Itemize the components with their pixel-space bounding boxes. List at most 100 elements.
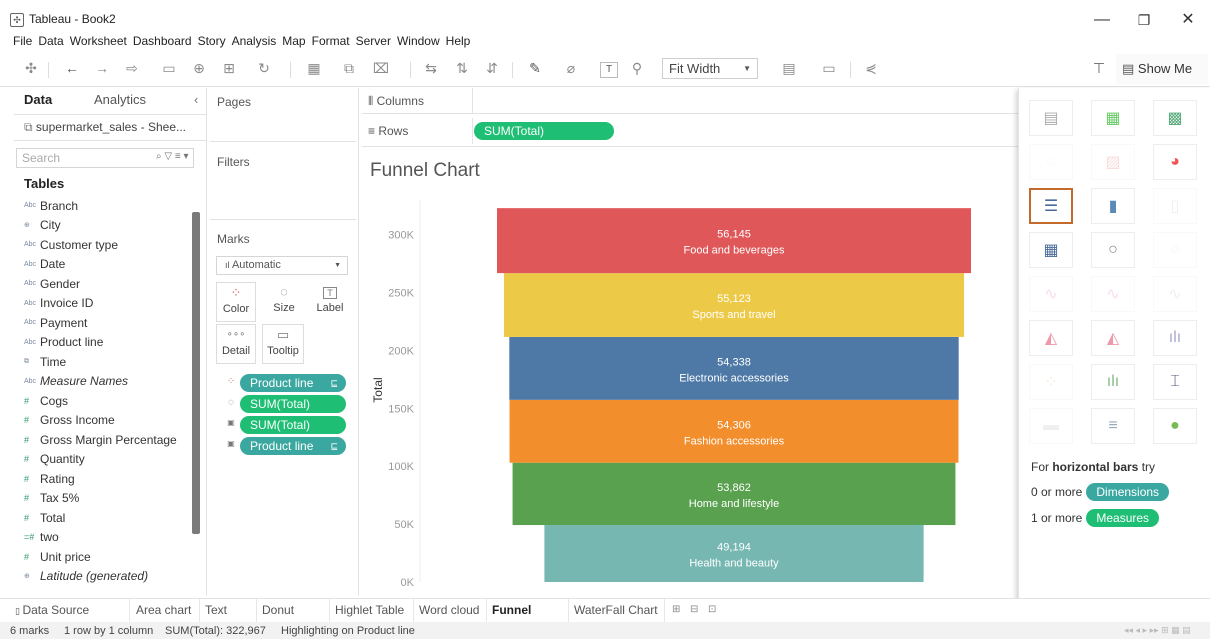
filled-map-icon[interactable]: ▨ [1091, 144, 1135, 180]
refresh-icon[interactable]: ↻ [255, 60, 273, 77]
area-discrete-icon[interactable]: ◭ [1091, 320, 1135, 356]
field-payment[interactable]: Abc Payment [24, 313, 194, 333]
field-cogs[interactable]: # Cogs [24, 391, 194, 411]
treemap-icon[interactable]: ▦ [1029, 232, 1073, 268]
new-worksheet-tab-icon[interactable]: ⊞ [667, 599, 685, 623]
field-total[interactable]: # Total [24, 508, 194, 528]
field-product-line[interactable]: Abc Product line [24, 333, 194, 353]
share-icon[interactable]: ⋞ [862, 60, 880, 77]
lines-discrete-icon[interactable]: ∿ [1029, 276, 1073, 312]
columns-shelf[interactable]: ⦀ Columns [362, 88, 1018, 114]
text-table-icon[interactable]: ▤ [1029, 100, 1073, 136]
tab-word-cloud[interactable]: Word cloud [414, 599, 487, 623]
data-pane-scrollbar[interactable] [192, 212, 200, 534]
new-worksheet-icon[interactable]: ⊞ [220, 60, 238, 77]
dual-lines-icon[interactable]: ∿ [1153, 276, 1197, 312]
tableau-logo-icon[interactable]: ✣ [22, 60, 40, 77]
tab-text-chart[interactable]: Text chart [200, 599, 257, 639]
rows-shelf[interactable]: ≡ Rows [362, 118, 1018, 144]
rows-pill-sum-total[interactable]: SUM(Total) [474, 122, 614, 140]
menu-format[interactable]: Format [309, 32, 353, 50]
color-button[interactable]: ⁘ Color [216, 282, 256, 322]
sheet-nav-icons[interactable]: ◂◂ ◂ ▸ ▸▸ ⊞ ▦ ▤ [1124, 625, 1191, 636]
tooltip-icon[interactable]: ▭ [820, 60, 838, 77]
bullet-graph-icon[interactable]: ≡ [1091, 408, 1135, 444]
datasource-item[interactable]: ⧉ supermarket_sales - Shee... [24, 120, 186, 135]
side-by-side-bars-icon[interactable]: ▯ [1153, 188, 1197, 224]
field-time[interactable]: ⧉ Time [24, 352, 194, 372]
swap-icon[interactable]: ⇆ [422, 60, 440, 77]
menu-help[interactable]: Help [443, 32, 474, 50]
scatter-plot-icon[interactable]: ⁘ [1029, 364, 1073, 400]
stacked-bars-icon[interactable]: ▮ [1091, 188, 1135, 224]
menu-server[interactable]: Server [353, 32, 394, 50]
group-icon[interactable]: ⌀ [562, 60, 580, 77]
mark-pill-product-line-label[interactable]: Product line ⊑ [240, 437, 346, 455]
field-tax-5[interactable]: # Tax 5% [24, 489, 194, 509]
field-rating[interactable]: # Rating [24, 469, 194, 489]
fit-width-select[interactable]: Fit Width ▼ [662, 58, 758, 79]
tab-analytics[interactable]: Analytics [94, 92, 146, 107]
field-measure-names[interactable]: Abc Measure Names [24, 372, 194, 392]
lines-continuous-icon[interactable]: ∿ [1091, 276, 1135, 312]
field-gross-margin-percentage[interactable]: # Gross Margin Percentage [24, 430, 194, 450]
tab-area-chart[interactable]: Area chart [131, 599, 200, 623]
histogram-icon[interactable]: ılı [1091, 364, 1135, 400]
back-icon[interactable]: ← [63, 60, 81, 76]
minimize-button[interactable]: — [1082, 8, 1122, 32]
duplicate-icon[interactable]: ⧉ [340, 60, 358, 77]
horizontal-bars-icon[interactable]: ☰ [1029, 188, 1073, 224]
menu-window[interactable]: Window [394, 32, 443, 50]
presentation-icon[interactable]: ⊤ [1090, 60, 1108, 77]
field-city[interactable]: ⊕ City [24, 216, 194, 236]
field-two[interactable]: =# two [24, 528, 194, 548]
fix-axes-icon[interactable]: ⚲ [628, 60, 646, 77]
menu-worksheet[interactable]: Worksheet [67, 32, 130, 50]
show-labels-icon[interactable]: T [600, 62, 618, 78]
mark-pill-sum-total-size[interactable]: SUM(Total) [240, 395, 346, 413]
new-sheet-icon[interactable]: ▦ [305, 60, 323, 77]
field-gross-income[interactable]: # Gross Income [24, 411, 194, 431]
new-datasource-icon[interactable]: ⊕ [190, 60, 208, 77]
sort-descending-icon[interactable]: ⇵ [483, 60, 501, 77]
field-invoice-id[interactable]: Abc Invoice ID [24, 294, 194, 314]
menu-data[interactable]: Data [35, 32, 66, 50]
box-whisker-icon[interactable]: ⌶ [1153, 364, 1197, 400]
field-latitude-generated[interactable]: ⊕ Latitude (generated) [24, 567, 194, 587]
tab-highlet-table[interactable]: Highlet Table [330, 599, 414, 623]
tab-data[interactable]: Data [24, 92, 52, 107]
field-gender[interactable]: Abc Gender [24, 274, 194, 294]
menu-dashboard[interactable]: Dashboard [130, 32, 195, 50]
packed-bubbles-icon[interactable]: ● [1153, 408, 1197, 444]
area-continuous-icon[interactable]: ◭ [1029, 320, 1073, 356]
dual-combination-icon[interactable]: ılı [1153, 320, 1197, 356]
menu-file[interactable]: File [10, 32, 35, 50]
mark-type-select[interactable]: ıl Automatic ▼ [216, 256, 348, 275]
field-customer-type[interactable]: Abc Customer type [24, 235, 194, 255]
maximize-button[interactable]: ❐ [1124, 8, 1164, 32]
forward-icon[interactable]: → [93, 60, 111, 76]
tab-waterfall-chart[interactable]: WaterFall Chart [569, 599, 665, 623]
tab-donut-chart[interactable]: Donut chart [257, 599, 330, 639]
circle-views-icon[interactable]: ○ [1091, 232, 1135, 268]
heat-map-icon[interactable]: ▦ [1091, 100, 1135, 136]
highlight-icon[interactable]: ✎ [526, 60, 544, 77]
new-dashboard-tab-icon[interactable]: ⊟ [685, 599, 703, 623]
sort-ascending-icon[interactable]: ⇅ [453, 60, 471, 77]
highlight-table-icon[interactable]: ▩ [1153, 100, 1197, 136]
collapse-pane-icon[interactable]: ‹ [194, 92, 198, 107]
field-unit-price[interactable]: # Unit price [24, 547, 194, 567]
field-date[interactable]: Abc Date [24, 255, 194, 275]
field-branch[interactable]: Abc Branch [24, 196, 194, 216]
close-button[interactable]: ✕ [1168, 8, 1208, 32]
size-button[interactable]: ◌ Size [264, 282, 304, 322]
label-button[interactable]: T Label [310, 282, 350, 322]
show-me-button[interactable]: ▤ Show Me [1116, 54, 1208, 84]
mark-pill-product-line-color[interactable]: Product line ⊑ [240, 374, 346, 392]
menu-map[interactable]: Map [279, 32, 308, 50]
mark-pill-sum-total-label[interactable]: SUM(Total) [240, 416, 346, 434]
side-by-side-circles-icon[interactable]: ○ [1153, 232, 1197, 268]
show-cards-icon[interactable]: ▤ [780, 60, 798, 77]
new-story-tab-icon[interactable]: ⊡ [703, 599, 721, 623]
gantt-icon[interactable]: ▬ [1029, 408, 1073, 444]
